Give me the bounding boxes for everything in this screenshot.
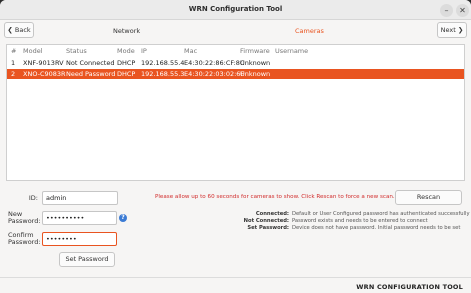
legend-set-password: Set Password: Device does not have passw… <box>200 225 464 233</box>
camera-table: # Model Status Mode IP Mac Firmware User… <box>6 44 465 181</box>
column-header: Mac <box>184 47 198 55</box>
next-button[interactable]: Next ❯ <box>437 22 467 38</box>
window-title: WRN Configuration Tool <box>188 5 283 13</box>
legend-key: Not Connected: <box>243 218 289 224</box>
footer-divider <box>0 277 471 278</box>
table-cell: Unknown <box>240 70 271 78</box>
legend-value: Password exists and needs to be entered … <box>292 218 428 224</box>
table-cell: 192.168.55.4 <box>141 59 185 67</box>
column-header: Status <box>66 47 87 55</box>
table-row-selected[interactable]: 2 XNO-C9083R Need Password DHCP 192.168.… <box>7 69 464 79</box>
table-cell: Unknown <box>240 59 271 67</box>
confirm-password-input[interactable] <box>42 232 117 246</box>
table-cell: XNO-C9083R <box>23 70 66 78</box>
table-cell: E4:30:22:86:CF:8C <box>184 59 245 67</box>
app-window: WRN Configuration Tool – ✕ ❮ Back Networ… <box>0 0 471 293</box>
brand-label: WRN CONFIGURATION TOOL <box>356 283 463 291</box>
table-cell: 1 <box>11 59 16 67</box>
table-cell: Need Password <box>66 70 116 78</box>
new-password-label-line2: Password: <box>8 217 41 225</box>
title-bar: WRN Configuration Tool – ✕ <box>0 0 471 20</box>
table-cell: E4:30:22:03:02:6F <box>184 70 245 78</box>
table-row[interactable]: 1 XNF-9013RV Not Connected DHCP 192.168.… <box>7 58 464 68</box>
chevron-right-icon: ❯ <box>457 26 464 34</box>
table-cell: XNF-9013RV <box>23 59 64 67</box>
new-password-input[interactable] <box>42 211 117 225</box>
next-button-label: Next <box>440 26 456 34</box>
confirm-password-label: Confirm Password: <box>8 232 41 246</box>
legend-value: Device does not have password. Initial p… <box>292 225 461 231</box>
table-cell: 192.168.55.3 <box>141 70 185 78</box>
column-header: IP <box>141 47 147 55</box>
column-header: Username <box>275 47 309 55</box>
table-cell: 2 <box>11 70 16 78</box>
wizard-nav: ❮ Back Network Cameras Next ❯ <box>0 20 471 41</box>
confirm-password-label-line2: Password: <box>8 238 41 246</box>
tab-cameras: Cameras <box>295 27 324 35</box>
table-cell: Not Connected <box>66 59 115 67</box>
back-button-label: Back <box>14 26 31 34</box>
legend-key: Connected: <box>255 211 289 217</box>
column-header: Mode <box>117 47 135 55</box>
new-password-label: New Password: <box>8 211 41 225</box>
rescan-button[interactable]: Rescan <box>395 190 462 205</box>
id-input[interactable] <box>42 191 118 205</box>
table-header: # Model Status Mode IP Mac Firmware User… <box>7 46 464 56</box>
info-icon[interactable]: ? <box>119 214 127 222</box>
back-button[interactable]: ❮ Back <box>4 22 34 38</box>
minimize-icon[interactable]: – <box>440 4 453 17</box>
column-header: # <box>11 47 17 55</box>
scan-hint: Please allow up to 60 seconds for camera… <box>155 194 395 200</box>
id-label: ID: <box>28 194 38 202</box>
table-cell: DHCP <box>117 70 136 78</box>
legend-key: Set Password: <box>247 225 289 231</box>
table-cell: DHCP <box>117 59 136 67</box>
column-header: Model <box>23 47 43 55</box>
column-header: Firmware <box>240 47 270 55</box>
chevron-left-icon: ❮ <box>7 26 13 34</box>
set-password-button[interactable]: Set Password <box>59 252 115 267</box>
legend-value: Default or User Configured password has … <box>292 211 470 217</box>
tab-network: Network <box>113 27 141 35</box>
close-icon[interactable]: ✕ <box>456 4 469 17</box>
